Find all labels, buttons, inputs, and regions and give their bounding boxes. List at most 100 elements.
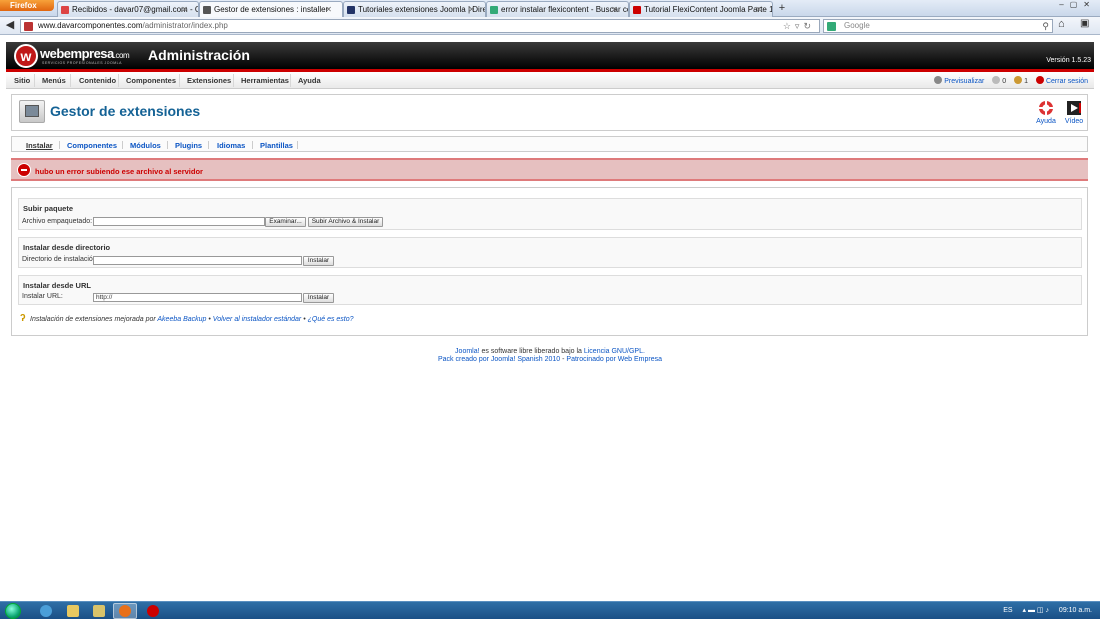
install-package-icon: [19, 100, 45, 123]
bookmarks-icon[interactable]: ▣: [1080, 18, 1089, 29]
help-button[interactable]: Ayuda: [1034, 100, 1058, 125]
search-icon[interactable]: ⚲: [1042, 20, 1049, 32]
internet-explorer-icon[interactable]: [40, 605, 52, 617]
tab-plantillas[interactable]: Plantillas: [260, 141, 293, 150]
tab-gestor[interactable]: Gestor de extensiones : installer ✕: [199, 1, 343, 17]
install-directory-button[interactable]: Instalar: [303, 256, 334, 266]
messages-icon: [992, 76, 1001, 84]
sponsor-link[interactable]: Patrocinado por Web Empresa: [566, 356, 662, 363]
language-indicator[interactable]: ES: [1003, 607, 1012, 614]
subnav-separator: [208, 141, 209, 149]
users-online[interactable]: 1: [1014, 76, 1029, 85]
logout-link[interactable]: Cerrar sesión: [1035, 76, 1088, 85]
akeeba-backup-link[interactable]: Akeeba Backup: [157, 316, 206, 323]
menu-item-menus[interactable]: Menús: [42, 76, 66, 85]
directory-heading: Instalar desde directorio: [23, 243, 111, 252]
tray-icons[interactable]: ▴ ▬ ◫ ♪: [1023, 607, 1049, 614]
folder-icon[interactable]: [67, 605, 79, 617]
tab-youtube[interactable]: Tutorial FlexiContent Joomla Parte 1/...…: [629, 1, 773, 17]
license-link[interactable]: Licencia GNU/GPL.: [584, 348, 645, 355]
subnav-separator: [252, 141, 253, 149]
preview-link[interactable]: Previsualizar: [934, 76, 985, 85]
close-icon[interactable]: ✕: [325, 2, 332, 17]
menu-item-extensiones[interactable]: Extensiones: [187, 76, 231, 85]
url-input[interactable]: http://: [93, 293, 302, 302]
site-identity-icon[interactable]: [24, 22, 33, 31]
menu-item-ayuda[interactable]: Ayuda: [298, 76, 321, 85]
admin-title: Administración: [148, 47, 250, 63]
url-domain: www.davarcomponentes.com: [38, 21, 143, 30]
preview-label: Previsualizar: [944, 78, 985, 85]
close-icon[interactable]: ✕: [181, 2, 188, 17]
search-input[interactable]: Google ⚲: [823, 19, 1053, 33]
upload-package-section: Subir paquete Archivo empaquetado: Exami…: [18, 198, 1082, 230]
firefox-taskbar-button[interactable]: [113, 603, 137, 619]
installer-subnav: Instalar Componentes Módulos Plugins Idi…: [11, 136, 1088, 152]
install-url-button[interactable]: Instalar: [303, 293, 334, 303]
video-button[interactable]: Vídeo: [1062, 100, 1086, 125]
window-controls[interactable]: –▢✕: [1059, 0, 1096, 9]
close-icon[interactable]: ✕: [611, 2, 618, 17]
video-icon: [1067, 101, 1081, 115]
subnav-separator: [297, 141, 298, 149]
lifebuoy-icon: [1038, 100, 1054, 116]
logo-text: webempresa.com: [40, 46, 130, 61]
menu-separator: [233, 74, 234, 87]
opera-icon[interactable]: [147, 605, 159, 617]
firefox-icon: [119, 605, 131, 617]
upload-install-button[interactable]: Subir Archivo & Instalar: [308, 217, 383, 227]
tab-idiomas[interactable]: Idiomas: [217, 141, 245, 150]
pack-link[interactable]: Pack creado por Joomla! Spanish 2010: [438, 356, 560, 363]
users-icon: [1014, 76, 1023, 84]
tab-google-search[interactable]: error instalar flexicontent - Buscar co.…: [486, 1, 629, 17]
browse-button[interactable]: Examinar...: [265, 217, 306, 227]
page-footer: Joomla! es software libre liberado bajo …: [0, 348, 1100, 364]
url-bar[interactable]: www.davarcomponentes.com/administrator/i…: [20, 19, 820, 33]
note-separator: •: [208, 316, 211, 323]
bookmark-star-icon[interactable]: ☆▿↻: [783, 20, 815, 32]
tab-modulos[interactable]: Módulos: [130, 141, 161, 150]
media-player-icon[interactable]: [93, 605, 105, 617]
tab-plugins[interactable]: Plugins: [175, 141, 202, 150]
error-icon: [17, 163, 31, 177]
logout-label: Cerrar sesión: [1045, 78, 1088, 85]
upload-heading: Subir paquete: [23, 204, 74, 213]
footer-line-1: Joomla! es software libre liberado bajo …: [0, 348, 1100, 356]
subnav-separator: [122, 141, 123, 149]
what-is-this-link[interactable]: ¿Qué es esto?: [308, 316, 354, 323]
messages-link[interactable]: 0: [992, 76, 1006, 85]
page-title: Gestor de extensiones: [50, 103, 201, 119]
close-icon[interactable]: ✕: [755, 2, 762, 17]
home-icon[interactable]: ⌂: [1058, 18, 1065, 30]
logo-subtitle: SERVICIOS PROFESIONALES JOOMLA: [42, 61, 122, 65]
clock[interactable]: 09:10 a.m.: [1059, 607, 1092, 614]
new-tab-button[interactable]: +: [775, 2, 789, 15]
standard-installer-link[interactable]: Volver al instalador estándar: [213, 316, 301, 323]
close-icon[interactable]: ✕: [468, 2, 475, 17]
note-separator: •: [303, 316, 306, 323]
menu-separator: [34, 74, 35, 87]
start-button-icon[interactable]: [5, 603, 21, 619]
footer-line-2: Pack creado por Joomla! Spanish 2010 - P…: [0, 356, 1100, 364]
url-path: /administrator/index.php: [142, 21, 228, 30]
info-icon: ʔ: [20, 313, 26, 324]
tab-title: error instalar flexicontent - Buscar co.…: [501, 5, 629, 14]
tab-instalar[interactable]: Instalar: [26, 141, 53, 150]
menu-item-componentes[interactable]: Componentes: [126, 76, 176, 85]
menu-item-herramientas[interactable]: Herramientas: [241, 76, 289, 85]
back-arrow-icon[interactable]: ◀: [2, 18, 18, 34]
menu-item-sitio[interactable]: Sitio: [14, 76, 30, 85]
joomla-link[interactable]: Joomla!: [455, 348, 480, 355]
tab-tutoriales[interactable]: Tutoriales extensiones Joomla | Direct..…: [343, 1, 486, 17]
url-label: Instalar URL:: [22, 293, 63, 300]
package-file-input[interactable]: [93, 217, 265, 226]
version-label: Versión 1.5.23: [1046, 57, 1091, 64]
directory-input[interactable]: [93, 256, 302, 265]
menu-separator: [179, 74, 180, 87]
tab-componentes[interactable]: Componentes: [67, 141, 117, 150]
admin-header: w webempresa.com SERVICIOS PROFESIONALES…: [6, 42, 1094, 72]
tab-gmail[interactable]: Recibidos - davar07@gmail.com - G... ✕: [57, 1, 199, 17]
menu-item-contenido[interactable]: Contenido: [79, 76, 116, 85]
users-count: 1: [1024, 78, 1029, 85]
firefox-menu-button[interactable]: Firefox: [0, 0, 54, 11]
